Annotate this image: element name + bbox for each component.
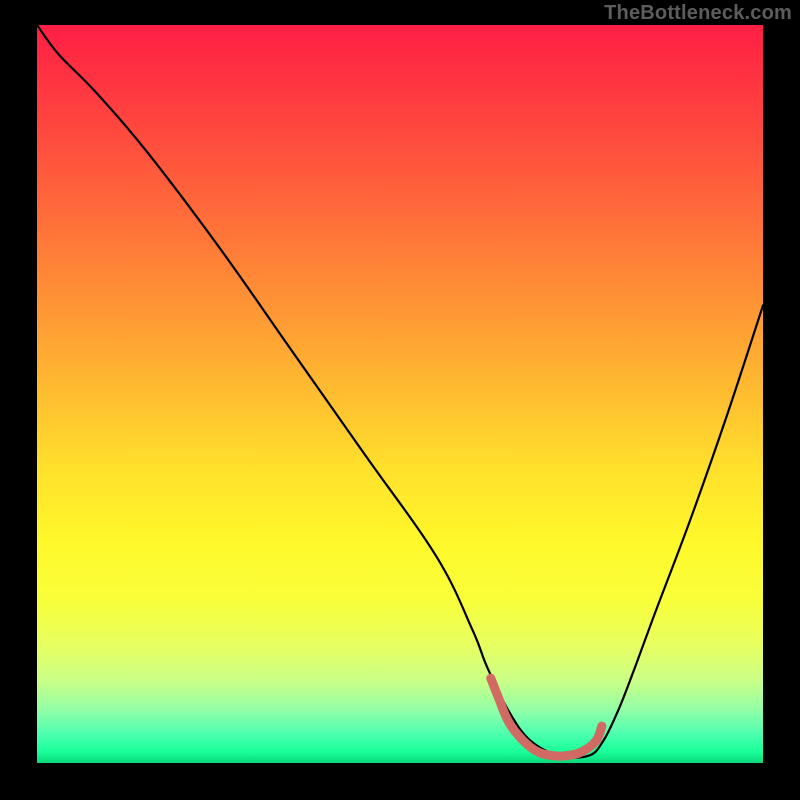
- curve-line: [37, 25, 763, 758]
- watermark-text: TheBottleneck.com: [604, 2, 792, 25]
- plot-area: [37, 25, 763, 763]
- trough-marker: [491, 678, 602, 756]
- chart-svg: [37, 25, 763, 763]
- chart-frame: TheBottleneck.com: [0, 0, 800, 800]
